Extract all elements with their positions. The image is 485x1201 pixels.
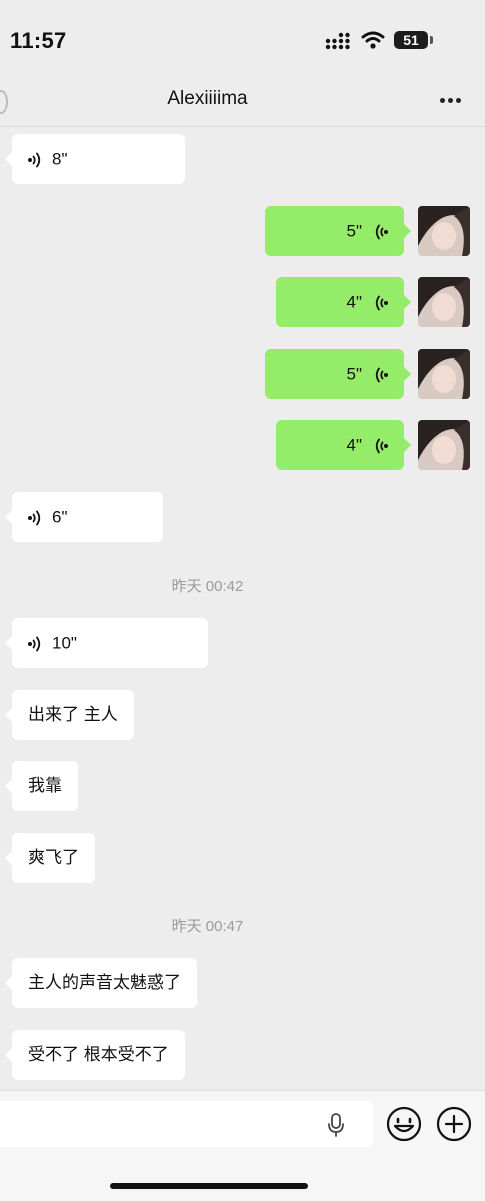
- battery-indicator: 51: [394, 31, 428, 49]
- voice-duration: 4": [346, 435, 363, 455]
- voice-icon: [375, 224, 388, 239]
- voice-icon: [28, 510, 41, 525]
- voice-message-incoming[interactable]: 10": [5, 618, 208, 668]
- text-message-incoming[interactable]: 爽飞了: [5, 833, 95, 883]
- voice-duration: 10": [52, 633, 77, 653]
- home-indicator: [110, 1183, 308, 1189]
- microphone-icon[interactable]: [326, 1113, 346, 1137]
- voice-duration: 5": [346, 364, 363, 384]
- text-message-incoming[interactable]: 我靠: [5, 761, 78, 811]
- message-input[interactable]: [0, 1101, 373, 1147]
- voice-duration: 8": [52, 149, 68, 169]
- message-timestamp: 昨天 00:47: [171, 918, 244, 935]
- wifi-icon: [361, 31, 385, 49]
- voice-message-outgoing[interactable]: 4": [276, 420, 411, 470]
- voice-duration: 4": [346, 292, 363, 312]
- more-icon[interactable]: [438, 98, 464, 104]
- avatar[interactable]: [418, 349, 470, 399]
- voice-icon: [375, 438, 388, 453]
- chat-header: Alexiiiima: [0, 80, 485, 127]
- voice-icon: [28, 636, 41, 651]
- text-message-incoming[interactable]: 主人的声音太魅惑了: [5, 958, 197, 1008]
- signal-icon: [325, 32, 350, 50]
- avatar[interactable]: [418, 277, 470, 327]
- chat-title: Alexiiiima: [167, 88, 248, 109]
- voice-duration: 6": [52, 507, 68, 527]
- voice-message-outgoing[interactable]: 5": [265, 206, 411, 256]
- text-message-incoming[interactable]: 出来了 主人: [5, 690, 134, 740]
- voice-message-incoming[interactable]: 6": [5, 492, 163, 542]
- voice-icon: [28, 152, 41, 167]
- voice-message-outgoing[interactable]: 4": [276, 277, 411, 327]
- avatar[interactable]: [418, 206, 470, 256]
- message-timestamp: 昨天 00:42: [171, 578, 244, 595]
- voice-icon: [375, 367, 388, 382]
- text-message-incoming[interactable]: 受不了 根本受不了: [5, 1030, 185, 1080]
- emoji-icon[interactable]: [386, 1106, 422, 1142]
- status-bar: 11:57 51: [0, 0, 485, 80]
- voice-message-incoming[interactable]: 8": [5, 134, 185, 184]
- plus-icon[interactable]: [436, 1106, 472, 1142]
- status-time: 11:57: [10, 28, 67, 53]
- voice-icon: [375, 295, 388, 310]
- voice-message-outgoing[interactable]: 5": [265, 349, 411, 399]
- battery-cap: [430, 36, 433, 44]
- avatar[interactable]: [418, 420, 470, 470]
- voice-duration: 5": [346, 221, 363, 241]
